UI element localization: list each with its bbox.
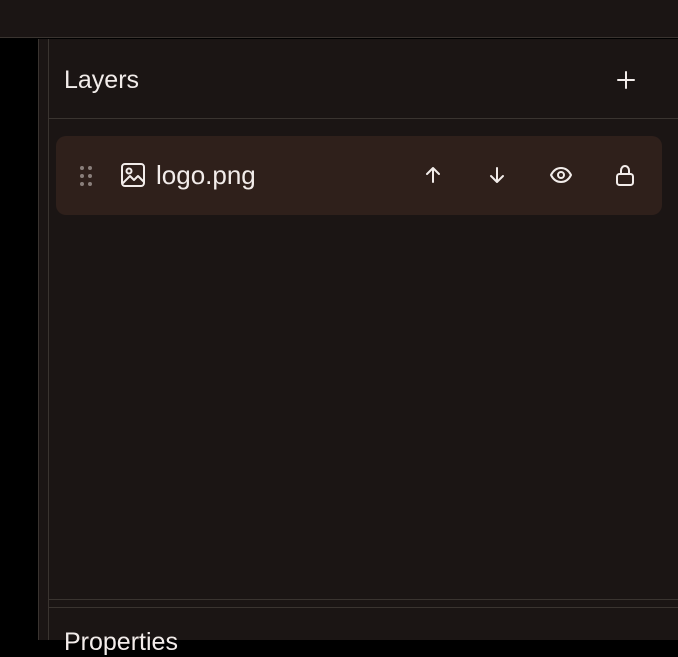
layer-item[interactable]: logo.png [56,136,662,215]
layers-panel: Layers logo.png Properties [49,39,678,656]
toggle-lock-button[interactable] [612,162,638,188]
drag-handle[interactable] [78,164,94,188]
canvas-area[interactable] [0,39,38,640]
toggle-visibility-button[interactable] [548,162,574,188]
panel-resize-handle[interactable] [39,39,48,640]
image-icon [120,162,146,188]
top-bar [0,0,678,38]
add-layer-button[interactable] [613,67,639,93]
eye-icon [550,167,572,183]
move-layer-up-button[interactable] [420,162,446,188]
arrow-up-icon [426,167,440,183]
arrow-down-icon [490,167,504,183]
section-divider-inner[interactable] [49,607,678,608]
layers-panel-header: Layers [49,39,678,119]
move-layer-down-button[interactable] [484,162,510,188]
drag-handle-icon [80,166,92,186]
section-divider [49,599,678,600]
lock-icon [616,164,634,186]
properties-panel-title: Properties [64,628,178,656]
plus-icon [617,71,635,89]
layers-panel-title: Layers [64,66,140,94]
layer-name[interactable]: logo.png [156,160,256,190]
